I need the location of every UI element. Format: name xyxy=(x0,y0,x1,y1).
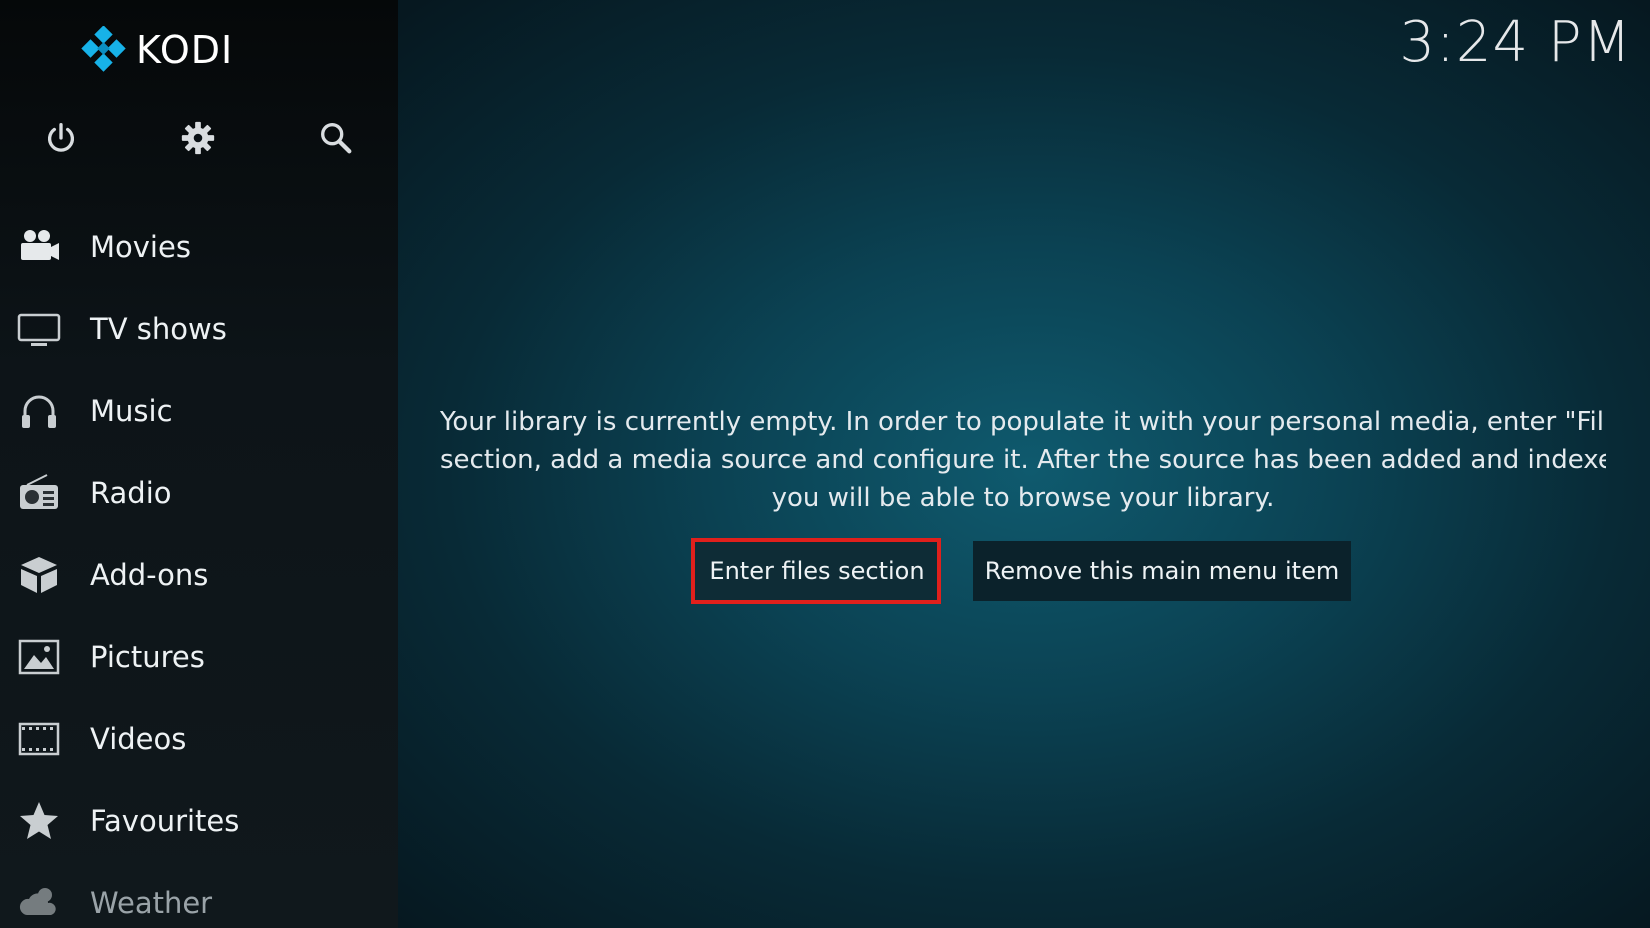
settings-button[interactable] xyxy=(172,112,224,164)
message-line-3: you will be able to browse your library. xyxy=(771,483,1275,513)
menu-item-tv-shows[interactable]: TV shows xyxy=(0,288,398,370)
film-strip-icon xyxy=(16,716,62,762)
radio-icon xyxy=(16,470,62,516)
power-button[interactable] xyxy=(35,112,87,164)
power-icon xyxy=(47,123,75,152)
settings-icon xyxy=(181,121,215,155)
search-button[interactable] xyxy=(310,112,362,164)
empty-library-message: Your library is currently empty. In orde… xyxy=(440,403,1606,517)
message-line-1: Your library is currently empty. In orde… xyxy=(440,407,1604,437)
remove-menu-item-button[interactable]: Remove this main menu item xyxy=(973,541,1351,601)
top-icon-bar xyxy=(0,112,398,164)
menu-item-videos[interactable]: Videos xyxy=(0,698,398,780)
menu-item-movies[interactable]: Movies xyxy=(0,206,398,288)
star-icon xyxy=(16,798,62,844)
picture-icon xyxy=(16,634,62,680)
menu-item-pictures[interactable]: Pictures xyxy=(0,616,398,698)
menu-item-radio[interactable]: Radio xyxy=(0,452,398,534)
enter-files-section-button[interactable]: Enter files section xyxy=(694,541,940,601)
menu-item-weather[interactable]: Weather xyxy=(0,862,398,928)
app-title: KODI xyxy=(136,28,234,72)
tv-icon xyxy=(16,306,62,352)
action-buttons: Enter files section Remove this main men… xyxy=(0,541,1650,601)
kodi-logo-icon xyxy=(81,26,126,72)
headphones-icon xyxy=(16,388,62,434)
search-icon xyxy=(321,123,352,154)
weather-cloud-icon xyxy=(16,880,62,926)
sidebar: KODI Movies TV shows Music Radio Add-ons… xyxy=(0,0,398,928)
menu-item-favourites[interactable]: Favourites xyxy=(0,780,398,862)
menu-item-music[interactable]: Music xyxy=(0,370,398,452)
clock: 3:24 PM xyxy=(1399,10,1632,75)
message-line-2: section, add a media source and configur… xyxy=(440,445,1606,475)
kodi-logo: KODI xyxy=(80,24,233,76)
movie-camera-icon xyxy=(16,224,62,270)
